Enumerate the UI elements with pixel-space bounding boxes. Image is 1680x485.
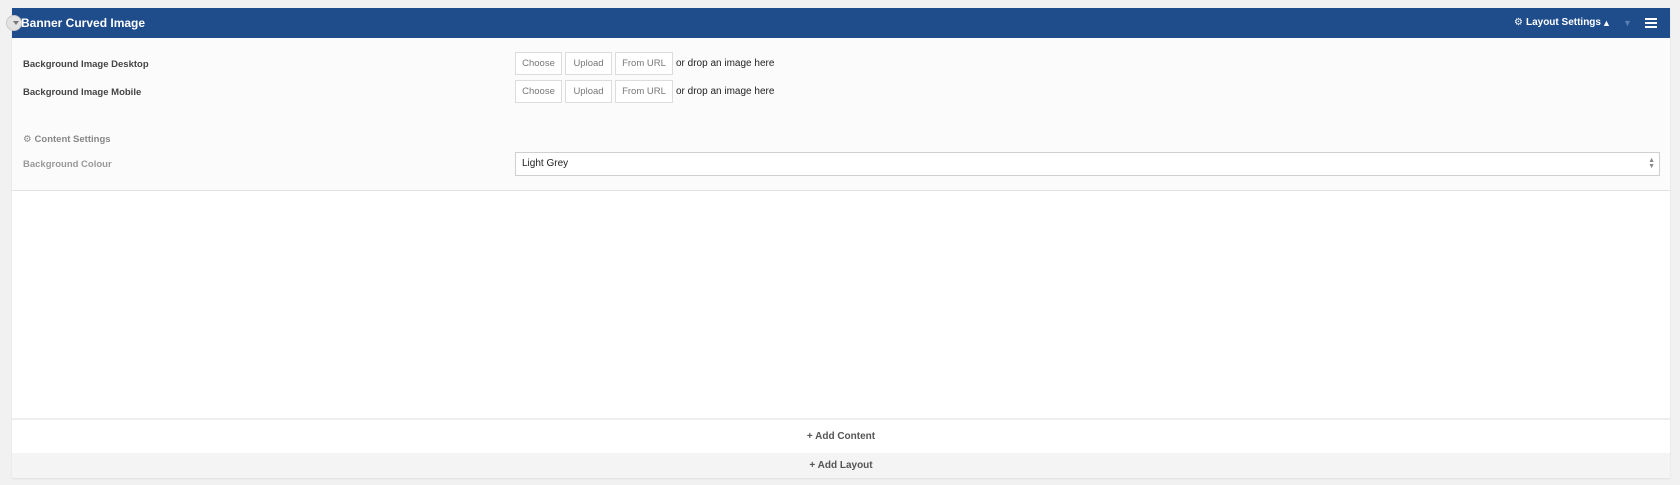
bg-desktop-choose-button[interactable]: Choose [515,52,562,75]
add-content-button[interactable]: + Add Content [12,418,1670,453]
gear-icon: ⚙ [23,134,32,145]
bg-mobile-choose-button[interactable]: Choose [515,80,562,103]
add-layout-button[interactable]: + Add Layout [12,453,1670,478]
bg-desktop-url-button[interactable]: From URL [615,52,673,75]
bg-desktop-file-group: Choose Upload From URL or drop an image … [515,52,774,75]
layout-content-area [12,192,1670,416]
gear-icon: ⚙ [1514,17,1523,28]
bg-desktop-label: Background Image Desktop [23,59,149,70]
bg-colour-value: Light Grey [522,158,569,169]
bg-mobile-label: Background Image Mobile [23,87,142,98]
layout-title: Banner Curved Image [21,16,146,30]
layout-settings-button[interactable]: ⚙ Layout Settings [1514,8,1601,38]
layout-header[interactable]: Banner Curved Image ⚙ Layout Settings ▲ … [6,8,1670,38]
bg-mobile-file-group: Choose Upload From URL or drop an image … [515,80,774,103]
bg-mobile-url-button[interactable]: From URL [615,80,673,103]
select-stepper-icon: ▲ ▼ [1648,157,1655,170]
bg-desktop-upload-button[interactable]: Upload [565,52,612,75]
menu-icon[interactable] [1645,18,1657,28]
layout-panel: Banner Curved Image ⚙ Layout Settings ▲ … [6,8,1670,478]
content-settings-heading[interactable]: ⚙ Content Settings [23,134,111,145]
move-up-icon[interactable]: ▲ [1602,8,1611,38]
bg-mobile-upload-button[interactable]: Upload [565,80,612,103]
move-down-icon[interactable]: ▼ [1623,8,1632,38]
layout-settings-label: Layout Settings [1525,17,1601,28]
bg-colour-select[interactable]: Light Grey ▲ ▼ [515,152,1660,176]
bg-desktop-drop-hint[interactable]: or drop an image here [676,58,774,69]
collapse-toggle-icon[interactable] [6,15,22,31]
bg-mobile-drop-hint[interactable]: or drop an image here [676,86,774,97]
bg-colour-label: Background Colour [23,159,112,170]
settings-area: Background Image Desktop Choose Upload F… [12,38,1670,191]
content-settings-label: Content Settings [34,134,111,145]
